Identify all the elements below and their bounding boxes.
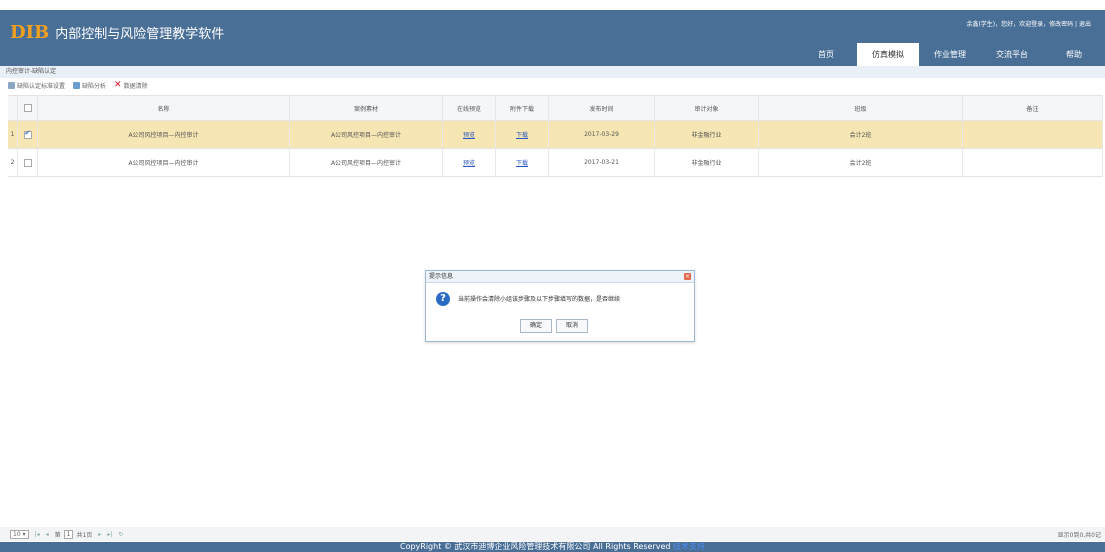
footer-copyright: CopyRight © 武汉市迪博企业风险管理技术有限公司 All Rights… xyxy=(399,542,671,551)
row-checkbox[interactable] xyxy=(23,158,32,167)
confirm-dialog: 提示信息 × ? 当前操作会清除小组该步骤及以下步骤填写的数据，是否继续 确定 … xyxy=(425,270,695,342)
preview-link[interactable]: 预览 xyxy=(463,130,475,139)
cell-class: 会计2班 xyxy=(759,121,963,148)
table-header-row: 名称 案例素材 在线预览 附件下载 发布时间 审计对象 班级 备注 xyxy=(8,95,1103,121)
last-page-icon[interactable]: ▸| xyxy=(107,531,112,538)
question-icon: ? xyxy=(436,292,450,306)
download-link[interactable]: 下载 xyxy=(516,130,528,139)
table-row[interactable]: 2 A公司风控项目—内控审计 A公司风控项目—内控审计 预览 下载 2017-0… xyxy=(8,149,1103,177)
header-download[interactable]: 附件下载 xyxy=(496,96,549,120)
user-bar[interactable]: 余鑫(学生)，您好，欢迎登录，修改密码 | 退出 xyxy=(966,19,1091,28)
next-page-icon[interactable]: ▸ xyxy=(98,531,101,538)
data-grid: 名称 案例素材 在线预览 附件下载 发布时间 审计对象 班级 备注 1 A公司风… xyxy=(8,95,1103,177)
cell-preview: 预览 xyxy=(443,149,496,176)
dialog-title[interactable]: 提示信息 xyxy=(426,271,694,283)
logo-mark: DIB xyxy=(10,22,50,43)
dialog-buttons: 确定 取消 xyxy=(520,319,592,333)
nav-tab-homework[interactable]: 作业管理 xyxy=(919,43,981,66)
nav-tab-home[interactable]: 首页 xyxy=(795,43,857,66)
settings-icon xyxy=(8,82,15,89)
cell-download: 下载 xyxy=(496,149,549,176)
download-link[interactable]: 下载 xyxy=(516,158,528,167)
row-select[interactable] xyxy=(18,149,38,176)
cell-date: 2017-03-21 xyxy=(549,149,655,176)
cell-target: 非金融行业 xyxy=(655,121,759,148)
header-date[interactable]: 发布时间 xyxy=(549,96,655,120)
delete-data-button[interactable]: ✕ 数据清除 xyxy=(114,80,148,91)
pagination-bar: 10 ▾ |◂ ◂ 第 1 共1页 ▸ ▸| ↻ 显示0到0,共0记 xyxy=(0,527,1105,541)
refresh-icon[interactable]: ↻ xyxy=(118,531,123,538)
row-number: 1 xyxy=(8,121,18,148)
header-class[interactable]: 班级 xyxy=(759,96,963,120)
page-total: 共1页 xyxy=(76,531,93,539)
analysis-button[interactable]: 缺陷分析 xyxy=(73,81,106,90)
cell-download: 下载 xyxy=(496,121,549,148)
first-page-icon[interactable]: |◂ xyxy=(35,531,40,538)
header-name[interactable]: 名称 xyxy=(38,96,290,120)
header-note[interactable]: 备注 xyxy=(963,96,1103,120)
main-nav: 首页 仿真模拟 作业管理 交流平台 帮助 xyxy=(795,43,1105,66)
delete-data-label: 数据清除 xyxy=(123,83,148,90)
page-number-input[interactable]: 1 xyxy=(63,529,74,539)
row-number: 2 xyxy=(8,149,18,176)
header-select-all[interactable] xyxy=(18,96,38,120)
header-target[interactable]: 审计对象 xyxy=(655,96,759,120)
standard-settings-label: 缺陷认定标准设置 xyxy=(17,83,66,90)
app-title: 内部控制与风险管理教学软件 xyxy=(55,27,225,42)
preview-link[interactable]: 预览 xyxy=(463,158,475,167)
prev-page-icon[interactable]: ◂ xyxy=(46,531,49,538)
dialog-close-icon[interactable]: × xyxy=(684,273,691,280)
header-preview[interactable]: 在线预览 xyxy=(443,96,496,120)
cell-material: A公司风控项目—内控审计 xyxy=(290,121,443,148)
nav-tab-simulation[interactable]: 仿真模拟 xyxy=(857,43,919,66)
dialog-message: 当前操作会清除小组该步骤及以下步骤填写的数据，是否继续 xyxy=(458,296,621,303)
header-material[interactable]: 案例素材 xyxy=(290,96,443,120)
row-select[interactable] xyxy=(18,121,38,148)
ok-button[interactable]: 确定 xyxy=(520,319,552,333)
logo[interactable]: DIB 内部控制与风险管理教学软件 xyxy=(10,22,224,43)
delete-x-icon: ✕ xyxy=(114,80,122,90)
cell-class: 会计2班 xyxy=(759,149,963,176)
cell-target: 非金融行业 xyxy=(655,149,759,176)
nav-tab-forum[interactable]: 交流平台 xyxy=(981,43,1043,66)
table-row[interactable]: 1 A公司风控项目—内控审计 A公司风控项目—内控审计 预览 下载 2017-0… xyxy=(8,121,1103,149)
header-rownum xyxy=(8,96,18,120)
page-label: 第 xyxy=(54,531,61,539)
pager-info: 显示0到0,共0记 xyxy=(1057,531,1101,539)
cancel-button[interactable]: 取消 xyxy=(556,319,588,333)
cell-note xyxy=(963,149,1103,176)
cell-name: A公司风控项目—内控审计 xyxy=(38,149,290,176)
cell-note xyxy=(963,121,1103,148)
page-size-select[interactable]: 10 ▾ xyxy=(10,529,29,539)
cell-name: A公司风控项目—内控审计 xyxy=(38,121,290,148)
cell-material: A公司风控项目—内控审计 xyxy=(290,149,443,176)
chart-icon xyxy=(73,82,81,89)
standard-settings-button[interactable]: 缺陷认定标准设置 xyxy=(8,81,65,90)
analysis-label: 缺陷分析 xyxy=(82,83,107,90)
select-all-checkbox[interactable] xyxy=(23,104,32,112)
footer-link[interactable]: 技术支持 xyxy=(673,542,705,551)
row-checkbox[interactable] xyxy=(23,129,32,139)
toolbar: 缺陷认定标准设置 缺陷分析 ✕ 数据清除 xyxy=(0,78,1105,93)
cell-preview: 预览 xyxy=(443,121,496,148)
page-size-value: 10 xyxy=(13,530,21,538)
footer: CopyRight © 武汉市迪博企业风险管理技术有限公司 All Rights… xyxy=(0,542,1105,552)
breadcrumb: 内控审计-缺陷认定 xyxy=(0,66,1105,78)
cell-date: 2017-03-29 xyxy=(549,121,655,148)
nav-tab-help[interactable]: 帮助 xyxy=(1043,43,1105,66)
app-header: DIB 内部控制与风险管理教学软件 余鑫(学生)，您好，欢迎登录，修改密码 | … xyxy=(0,10,1105,66)
